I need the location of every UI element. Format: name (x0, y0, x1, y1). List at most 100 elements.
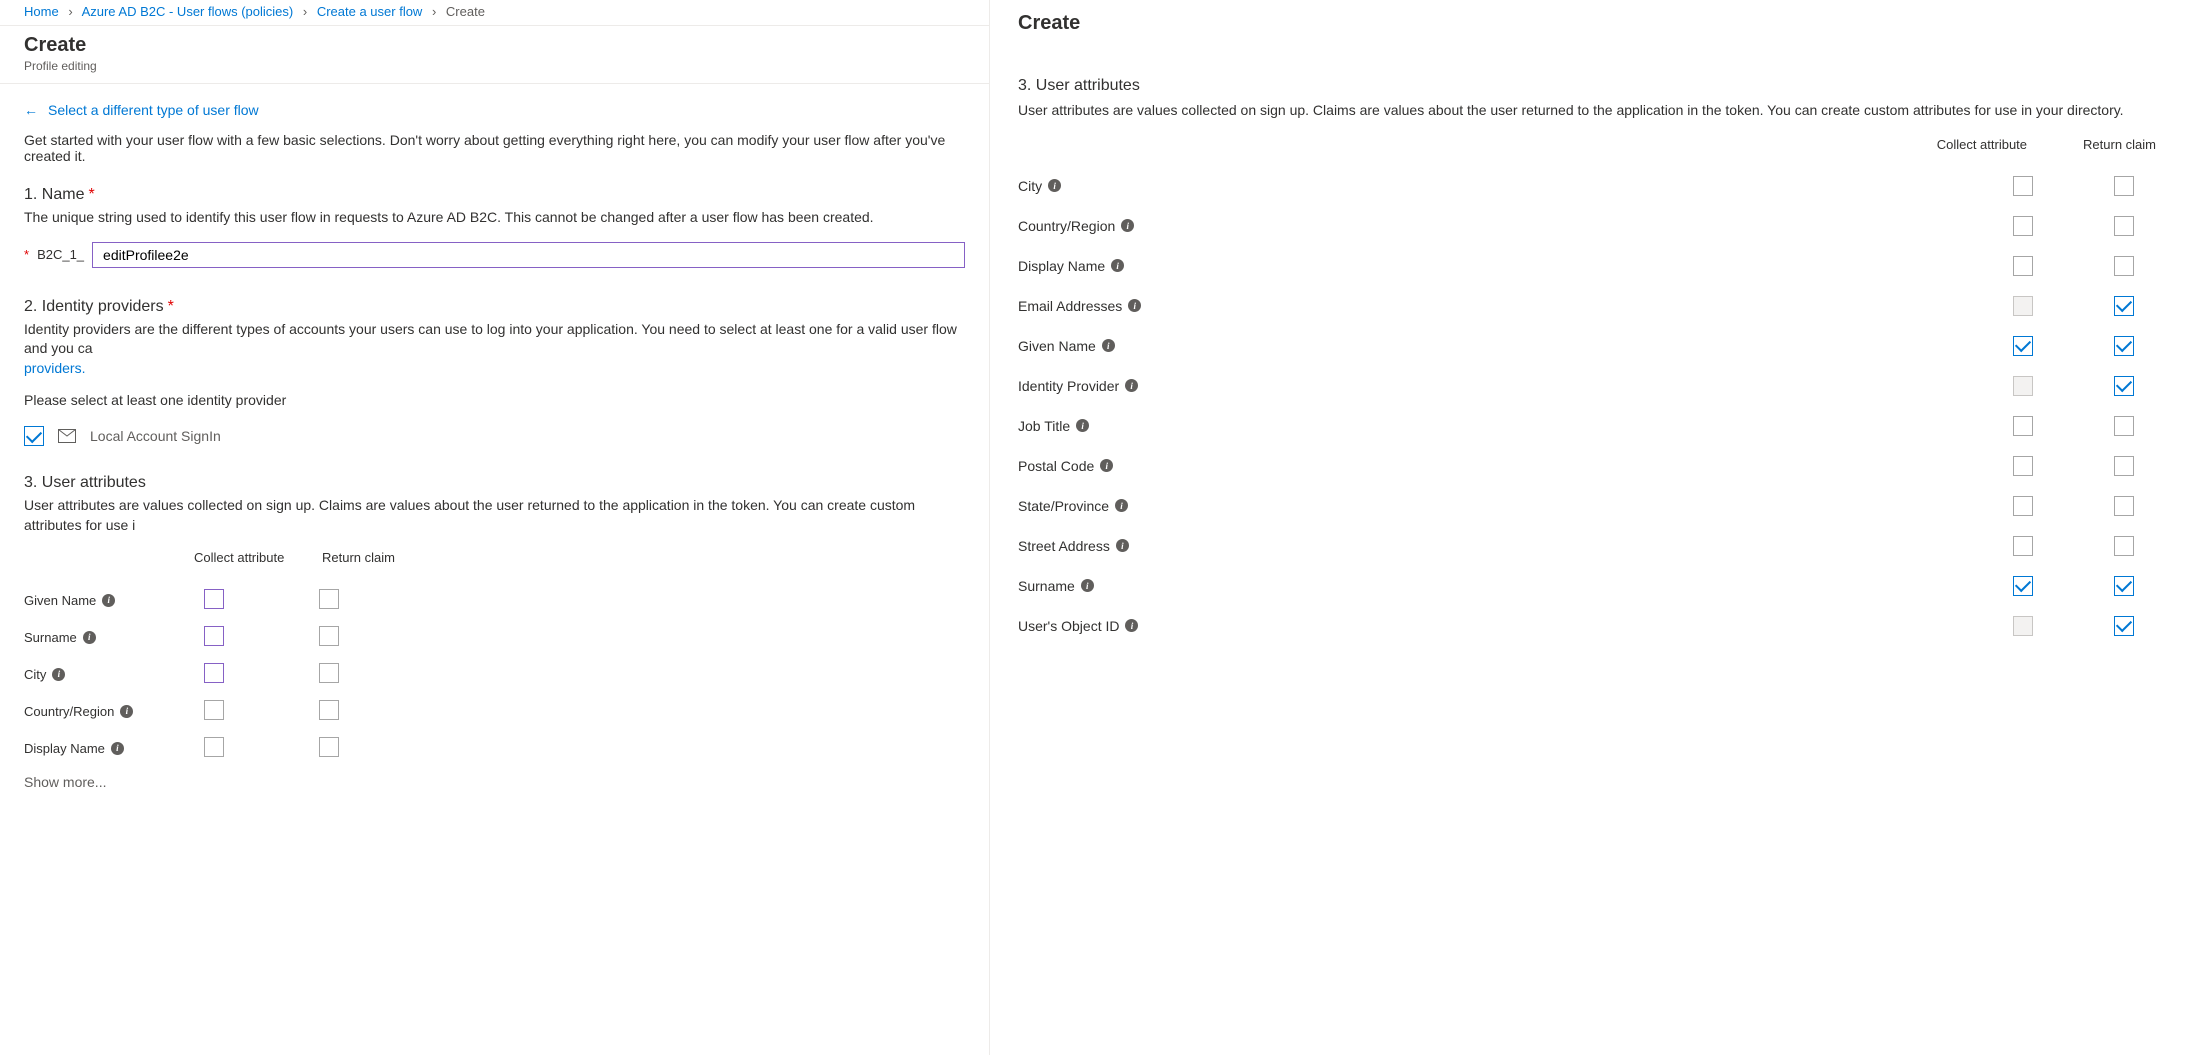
intro-text: Get started with your user flow with a f… (24, 132, 965, 164)
info-icon[interactable]: i (1116, 539, 1129, 552)
attr-row: Cityi (24, 663, 965, 686)
info-icon[interactable]: i (1111, 259, 1124, 272)
breadcrumb-current: Create (446, 4, 485, 19)
breadcrumb-home[interactable]: Home (24, 4, 59, 19)
attr-row: Display Name i (24, 737, 965, 760)
required-star: * (88, 186, 94, 203)
side-collect-checkbox[interactable] (2013, 176, 2033, 196)
collect-checkbox[interactable] (204, 737, 224, 757)
side-attr-label: Job Title (1018, 418, 1070, 434)
flow-name-input[interactable] (92, 242, 965, 268)
chevron-right-icon: › (303, 4, 307, 19)
info-icon[interactable]: i (1121, 219, 1134, 232)
return-checkbox[interactable] (319, 589, 339, 609)
info-icon[interactable]: i (1100, 459, 1113, 472)
return-checkbox[interactable] (319, 737, 339, 757)
side-col-return: Return claim (2083, 137, 2156, 152)
info-icon[interactable]: i (1125, 619, 1138, 632)
side-attr-row: Display Namei (1018, 256, 2160, 276)
side-collect-checkbox[interactable] (2013, 496, 2033, 516)
info-icon[interactable]: i (1048, 179, 1061, 192)
attr-rows: Given NameiSurnameiCityiCountry/RegioniD… (24, 589, 965, 760)
breadcrumb-create-flow[interactable]: Create a user flow (317, 4, 423, 19)
side-attr-label: State/Province (1018, 498, 1109, 514)
side-collect-checkbox[interactable] (2013, 416, 2033, 436)
side-attr-row: Postal Codei (1018, 456, 2160, 476)
info-icon[interactable]: i (1128, 299, 1141, 312)
info-icon[interactable]: i (111, 742, 124, 755)
side-attr-label: City (1018, 178, 1042, 194)
attr-label: Surname (24, 630, 77, 645)
attr-label: Display Name (24, 741, 105, 756)
attr-label: Country/Region (24, 704, 114, 719)
return-checkbox[interactable] (319, 663, 339, 683)
side-return-checkbox[interactable] (2114, 256, 2134, 276)
side-collect-checkbox[interactable] (2013, 256, 2033, 276)
side-collect-checkbox[interactable] (2013, 536, 2033, 556)
required-star: * (24, 247, 29, 262)
side-return-checkbox[interactable] (2114, 416, 2134, 436)
side-collect-checkbox[interactable] (2013, 336, 2033, 356)
info-icon[interactable]: i (1076, 419, 1089, 432)
col-return: Return claim (322, 550, 395, 565)
page-subtitle: Profile editing (24, 59, 989, 73)
side-return-checkbox[interactable] (2114, 576, 2134, 596)
side-collect-checkbox (2013, 616, 2033, 636)
section-name-desc: The unique string used to identify this … (24, 208, 965, 228)
info-icon[interactable]: i (102, 594, 115, 607)
side-return-checkbox[interactable] (2114, 496, 2134, 516)
side-return-checkbox[interactable] (2114, 616, 2134, 636)
arrow-left-icon[interactable]: ← (24, 102, 38, 118)
info-icon[interactable]: i (52, 668, 65, 681)
section-idp-heading: 2. Identity providers* (24, 298, 965, 316)
info-icon[interactable]: i (1115, 499, 1128, 512)
side-return-checkbox[interactable] (2114, 376, 2134, 396)
back-link-row: ← Select a different type of user flow (24, 102, 965, 118)
side-collect-checkbox[interactable] (2013, 576, 2033, 596)
collect-checkbox[interactable] (204, 626, 224, 646)
info-icon[interactable]: i (83, 631, 96, 644)
collect-checkbox[interactable] (204, 663, 224, 683)
show-more-link[interactable]: Show more... (24, 774, 965, 790)
select-different-flow-link[interactable]: Select a different type of user flow (48, 102, 259, 118)
side-attr-row: User's Object IDi (1018, 616, 2160, 636)
side-return-checkbox[interactable] (2114, 176, 2134, 196)
local-account-label: Local Account SignIn (90, 428, 221, 444)
breadcrumb-b2c[interactable]: Azure AD B2C - User flows (policies) (82, 4, 294, 19)
info-icon[interactable]: i (1125, 379, 1138, 392)
attr-header: Collect attribute Return claim (24, 550, 965, 565)
attr-row: Country/Region i (24, 700, 965, 723)
side-attr-header: Collect attribute Return claim (1018, 137, 2160, 152)
side-attr-label: Country/Region (1018, 218, 1115, 234)
info-icon[interactable]: i (1081, 579, 1094, 592)
page-header: Create Profile editing (0, 26, 989, 84)
local-account-checkbox[interactable] (24, 426, 44, 446)
page-title: Create (24, 34, 989, 57)
side-attr-row: State/Province i (1018, 496, 2160, 516)
return-checkbox[interactable] (319, 626, 339, 646)
side-return-checkbox[interactable] (2114, 296, 2134, 316)
side-return-checkbox[interactable] (2114, 216, 2134, 236)
main-panel: Home › Azure AD B2C - User flows (polici… (0, 0, 990, 1055)
col-collect: Collect attribute (194, 550, 322, 565)
info-icon[interactable]: i (1102, 339, 1115, 352)
collect-checkbox[interactable] (204, 700, 224, 720)
side-collect-checkbox[interactable] (2013, 216, 2033, 236)
side-attr-label: Given Name (1018, 338, 1096, 354)
attr-label: City (24, 667, 46, 682)
side-return-checkbox[interactable] (2114, 536, 2134, 556)
return-checkbox[interactable] (319, 700, 339, 720)
side-collect-checkbox[interactable] (2013, 456, 2033, 476)
side-attr-row: Given Name i (1018, 336, 2160, 356)
side-title: Create (1018, 12, 2160, 35)
side-attr-label: Surname (1018, 578, 1075, 594)
side-attr-label: Email Addresses (1018, 298, 1122, 314)
info-icon[interactable]: i (120, 705, 133, 718)
side-attr-row: Surname i (1018, 576, 2160, 596)
collect-checkbox[interactable] (204, 589, 224, 609)
providers-link[interactable]: providers. (24, 360, 85, 376)
idp-local-row: Local Account SignIn (24, 426, 965, 446)
side-return-checkbox[interactable] (2114, 336, 2134, 356)
side-return-checkbox[interactable] (2114, 456, 2134, 476)
form-content: ← Select a different type of user flow G… (0, 84, 989, 790)
